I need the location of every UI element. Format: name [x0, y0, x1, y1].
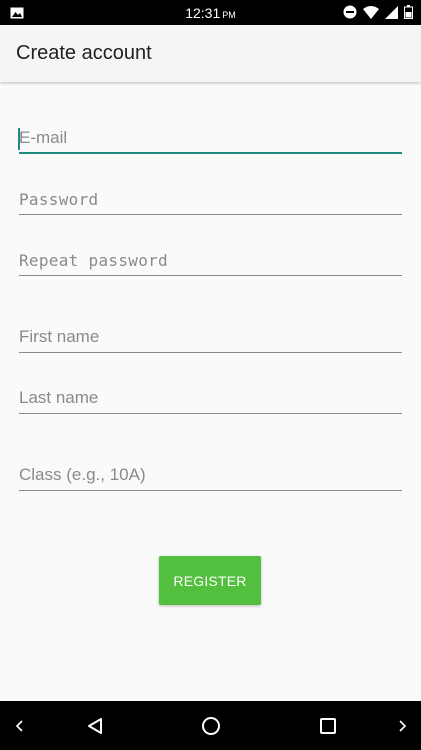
password-field[interactable]: Password [19, 175, 402, 215]
email-field[interactable]: E-mail [18, 114, 402, 154]
status-icons [343, 5, 413, 24]
time-text: 12:31 [185, 5, 221, 21]
recents-icon[interactable] [313, 701, 343, 750]
back-icon[interactable] [80, 701, 110, 750]
time-ampm: PM [222, 10, 236, 20]
navigation-bar [0, 701, 421, 750]
class-placeholder: Class (e.g., 10A) [19, 465, 146, 484]
class-field[interactable]: Class (e.g., 10A) [19, 451, 402, 491]
left-chevron-icon[interactable] [8, 701, 32, 750]
repeat-password-underline [19, 275, 402, 276]
password-underline [19, 214, 402, 215]
last-name-placeholder: Last name [19, 388, 99, 407]
wifi-icon [363, 5, 379, 24]
password-placeholder: Password [19, 190, 99, 209]
status-bar: 12:31 PM [0, 0, 421, 25]
home-icon[interactable] [196, 701, 226, 750]
repeat-password-field[interactable]: Repeat password [19, 236, 402, 276]
app-bar: Create account [0, 25, 421, 82]
email-placeholder: E-mail [19, 128, 68, 147]
cell-signal-icon [385, 5, 398, 24]
email-underline [19, 152, 402, 154]
register-button[interactable]: REGISTER [159, 556, 261, 605]
battery-icon [404, 5, 413, 24]
last-name-field[interactable]: Last name [19, 374, 402, 414]
last-name-underline [19, 413, 402, 414]
first-name-placeholder: First name [19, 327, 100, 346]
do-not-disturb-icon [343, 5, 357, 24]
page-title: Create account [16, 42, 152, 64]
repeat-password-placeholder: Repeat password [19, 251, 168, 270]
right-chevron-icon[interactable] [390, 701, 414, 750]
first-name-field[interactable]: First name [19, 313, 402, 353]
class-underline [19, 490, 402, 491]
first-name-underline [19, 352, 402, 353]
